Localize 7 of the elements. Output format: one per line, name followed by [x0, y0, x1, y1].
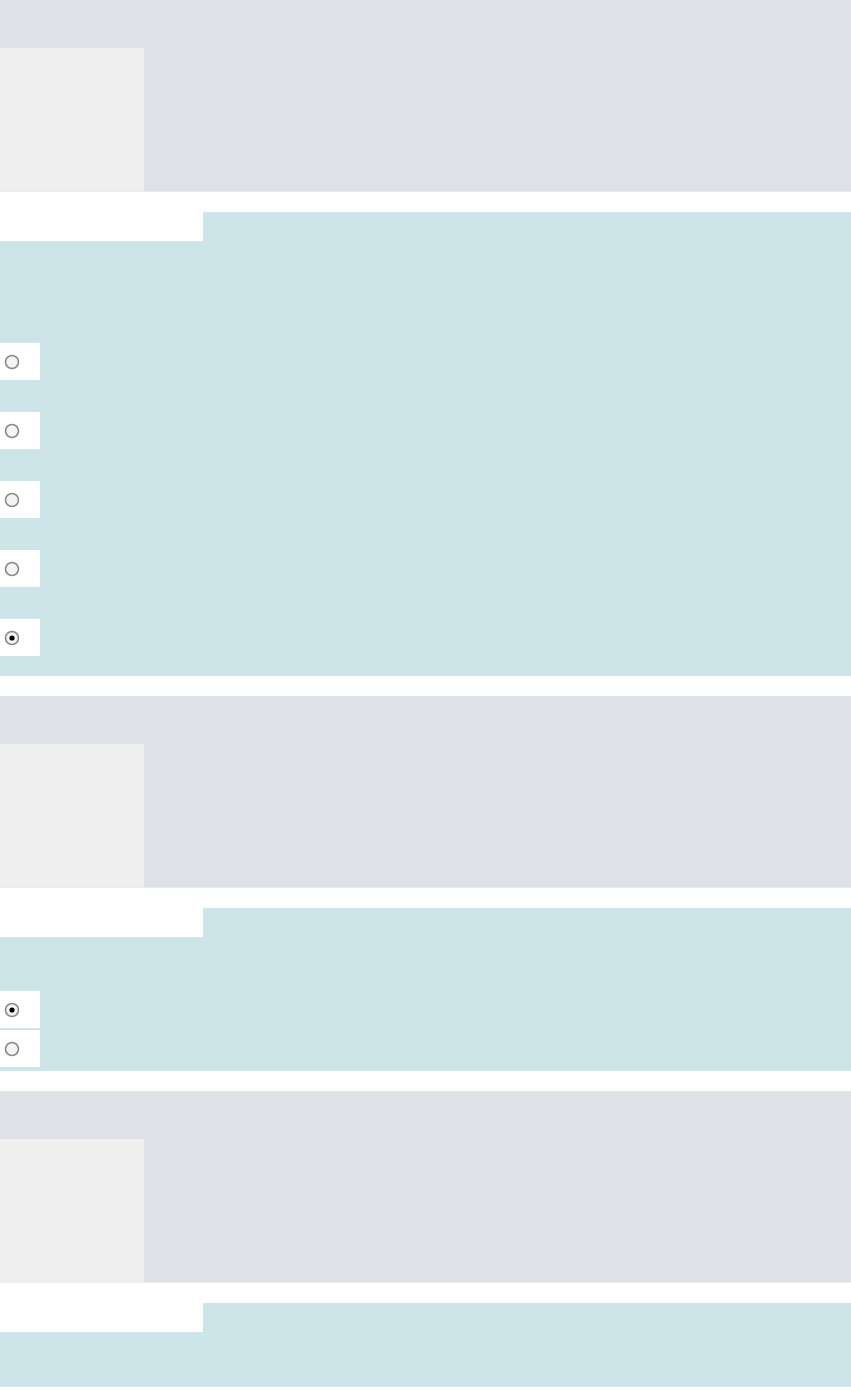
radio-button[interactable] — [3, 1000, 21, 1019]
radio-button[interactable] — [3, 628, 21, 647]
radio-button[interactable] — [3, 421, 21, 440]
radio-button[interactable] — [3, 490, 21, 509]
radio-button[interactable] — [3, 352, 21, 371]
radio-button[interactable] — [3, 559, 21, 578]
radio-button[interactable] — [3, 1039, 21, 1058]
